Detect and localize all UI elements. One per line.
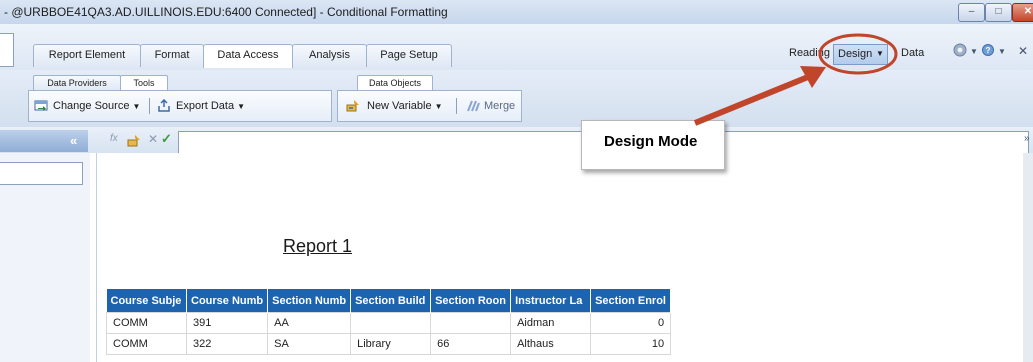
export-data-button[interactable]: Export Data ▼ [176,100,245,112]
reading-mode-button[interactable]: Reading [789,47,830,59]
change-source-label: Change Source [53,100,130,112]
export-data-label: Export Data [176,100,235,112]
data-mode-button[interactable]: Data [901,47,924,59]
svg-text:?: ? [986,46,991,55]
expand-right-icon[interactable]: » [1024,133,1030,144]
table-cell[interactable]: Althaus [510,333,592,355]
subtab-tools[interactable]: Tools [120,75,168,91]
table-cell[interactable]: Library [350,333,432,355]
new-variable-icon [346,100,359,112]
chevron-down-icon: ▼ [434,102,443,111]
new-variable-button[interactable]: New Variable ▼ [367,100,443,112]
column-header[interactable]: Section Build [350,289,432,313]
table-cell[interactable] [350,312,432,334]
subtab-data-objects[interactable]: Data Objects [357,75,433,91]
fx-icon[interactable]: fx [110,133,118,144]
chevron-down-icon[interactable]: ▼ [970,47,978,56]
help-icon[interactable]: ? [982,44,994,56]
settings-help-icons: ▼ ? ▼ ✕ [953,43,1028,58]
table-cell[interactable] [430,312,512,334]
table-row: COMM 322 SA Library 66 Althaus 10 [106,333,672,355]
table-cell[interactable]: 66 [430,333,512,355]
close-icon[interactable]: ✕ [1018,44,1028,58]
chevron-down-icon[interactable]: ▼ [998,47,1006,56]
change-source-button[interactable]: Change Source ▼ [53,100,140,112]
table-cell[interactable]: 391 [185,312,269,334]
toolbar-separator [149,98,150,114]
report-table[interactable]: Course Subje Course Numb Section Numb Se… [106,289,672,355]
new-variable-label: New Variable [367,100,432,112]
table-cell[interactable]: AA [267,312,352,334]
column-header[interactable]: Section Numb [267,289,352,313]
tab-format[interactable]: Format [140,44,204,67]
minimize-button[interactable]: – [958,3,985,22]
left-panel-search-input[interactable] [0,162,83,185]
column-header[interactable]: Instructor La [510,289,592,313]
maximize-button[interactable]: □ [985,3,1012,22]
merge-button[interactable]: Merge [484,100,515,112]
change-source-icon [34,100,48,111]
table-cell[interactable]: SA [267,333,352,355]
report-title[interactable]: Report 1 [283,236,352,257]
table-cell[interactable]: COMM [106,312,187,334]
tab-page-setup[interactable]: Page Setup [366,44,452,67]
check-icon[interactable]: ✓ [161,131,172,147]
cancel-icon[interactable]: ✕ [148,132,158,146]
table-header-row: Course Subje Course Numb Section Numb Se… [106,289,672,313]
callout-text: Design Mode [604,133,698,150]
column-header[interactable]: Course Subje [106,289,187,313]
collapse-panel-icon[interactable]: « [70,133,77,148]
close-button[interactable]: ✕ [1012,3,1033,22]
column-header[interactable]: Course Numb [186,289,269,313]
tab-report-element[interactable]: Report Element [33,44,141,67]
gear-icon[interactable] [953,43,967,57]
design-mode-button[interactable]: Design ▼ [833,44,888,65]
export-data-icon [158,99,170,112]
table-cell[interactable]: 322 [185,333,269,355]
design-mode-label: Design [838,48,873,60]
table-cell[interactable]: Aidman [510,312,592,334]
window-title: - @URBBOE41QA3.AD.UILLINOIS.EDU:6400 Con… [4,5,448,19]
table-cell[interactable]: 10 [590,333,672,355]
table-cell[interactable]: COMM [106,333,187,355]
table-cell[interactable]: 0 [590,312,672,334]
subtab-data-providers[interactable]: Data Providers [33,75,121,91]
column-header[interactable]: Section Enrol [590,289,672,313]
tab-analysis[interactable]: Analysis [292,44,367,67]
chevron-down-icon: ▼ [237,102,246,111]
merge-icon [467,100,480,112]
chevron-down-icon: ▼ [132,102,141,111]
column-header[interactable]: Section Roon [430,289,512,313]
formula-editor-icon[interactable] [127,134,141,147]
report-margin-line [96,153,97,362]
chevron-down-icon[interactable]: ▼ [876,45,884,63]
left-panel-edge [0,33,14,67]
toolbar-separator [456,98,457,114]
vertical-scrollbar[interactable] [1023,153,1033,362]
tab-data-access[interactable]: Data Access [203,44,293,68]
table-row: COMM 391 AA Aidman 0 [106,312,672,334]
